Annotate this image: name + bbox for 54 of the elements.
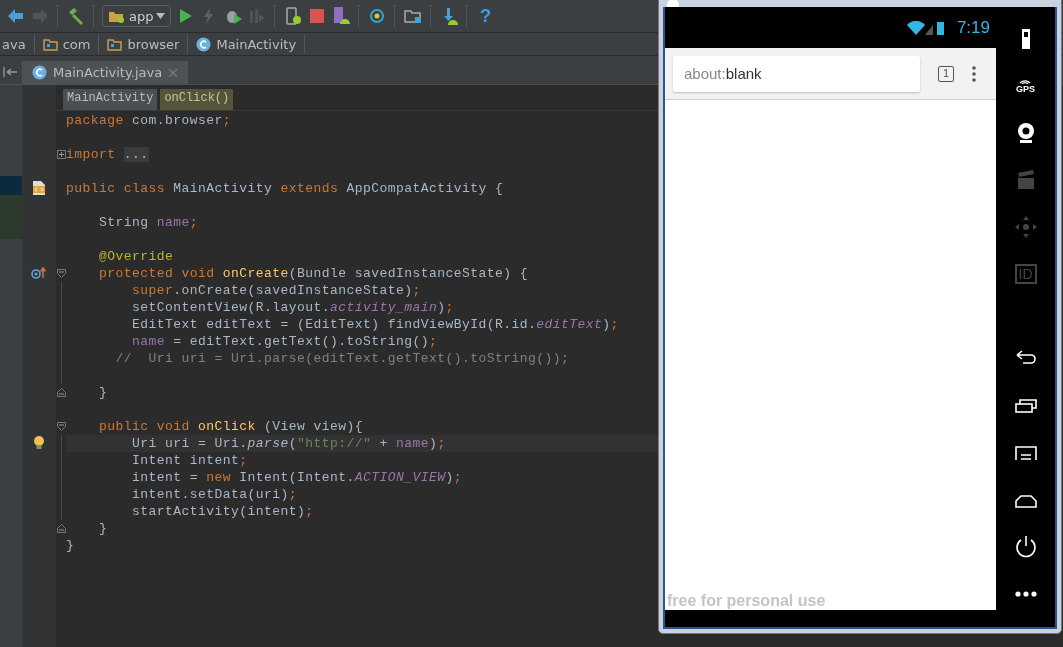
- expand-icon[interactable]: [56, 150, 66, 159]
- code-line: @Override: [98, 248, 174, 265]
- android-device-icon[interactable]: [331, 6, 352, 26]
- code-line: }: [66, 537, 75, 554]
- lightbulb-icon[interactable]: [33, 435, 45, 450]
- power-icon[interactable]: [1013, 535, 1038, 559]
- folder-icon: [42, 37, 58, 51]
- overflow-menu-icon[interactable]: [972, 65, 976, 82]
- code-line: String name;: [98, 214, 199, 231]
- caret-icon: [156, 13, 166, 19]
- code-line: EditText editText = (EditText) findViewById(R.id.editText);: [131, 316, 619, 333]
- code-line: protected void onCreate(Bundle savedInstanceState) {: [98, 265, 529, 282]
- breadcrumb-item[interactable]: ava: [2, 34, 35, 54]
- editor-tab[interactable]: MainActivity.java: [22, 61, 189, 84]
- status-time: 7:19: [956, 17, 990, 38]
- phone-icon[interactable]: [283, 6, 304, 26]
- code-line: name = editText.getText().toString();: [131, 333, 438, 350]
- fold-icon[interactable]: [56, 524, 66, 533]
- code-line: public void onClick (View view){: [98, 418, 364, 435]
- code-line: package com.browser;: [66, 112, 232, 129]
- code-line: startActivity(intent);: [131, 503, 314, 520]
- run-config-dropdown[interactable]: app: [102, 5, 172, 27]
- tab-count-button[interactable]: 1: [938, 65, 954, 82]
- code-line: import ...: [66, 146, 149, 163]
- url-field[interactable]: about:blank: [673, 55, 920, 92]
- folder-icon: [107, 37, 123, 51]
- class-icon: [32, 65, 47, 80]
- code-line: }: [98, 384, 108, 401]
- fold-icon[interactable]: [56, 388, 66, 397]
- code-line: Intent intent;: [131, 452, 248, 469]
- code-line: super.onCreate(savedInstanceState);: [131, 282, 421, 299]
- class-icon: [196, 36, 212, 52]
- layout-file-icon[interactable]: [32, 179, 46, 196]
- breadcrumb-item[interactable]: com: [42, 34, 100, 54]
- structure-crumb[interactable]: onClick(): [160, 89, 234, 110]
- code-line: setContentView(R.layout.activity_main);: [131, 299, 454, 316]
- watermark-text: free for personal use: [666, 592, 826, 610]
- signal-icon: [1018, 78, 1033, 84]
- fold-icon[interactable]: [56, 422, 66, 431]
- folder-icon: [108, 9, 126, 23]
- code-line: public class MainActivity extends AppCompatActivity {: [66, 180, 504, 197]
- tab-label: MainActivity.java: [53, 65, 163, 80]
- breadcrumb-item[interactable]: MainActivity: [196, 34, 306, 54]
- breadcrumb-item[interactable]: browser: [107, 34, 189, 54]
- code-line: intent = new Intent(Intent.ACTION_VIEW);: [131, 469, 463, 486]
- code-line: // Uri uri = Uri.parse(editText.getText().toString());: [114, 350, 570, 367]
- code-line: Uri uri = Uri.parse("http://" + name);: [131, 435, 446, 452]
- code-line: intent.setData(uri);: [131, 486, 298, 503]
- override-icon[interactable]: [31, 266, 47, 279]
- structure-crumb[interactable]: MainActivity: [63, 89, 158, 110]
- help-button[interactable]: ?: [475, 6, 496, 26]
- gps-button[interactable]: GPS: [1016, 74, 1035, 98]
- fold-icon[interactable]: [56, 269, 66, 278]
- code-line: }: [98, 520, 108, 537]
